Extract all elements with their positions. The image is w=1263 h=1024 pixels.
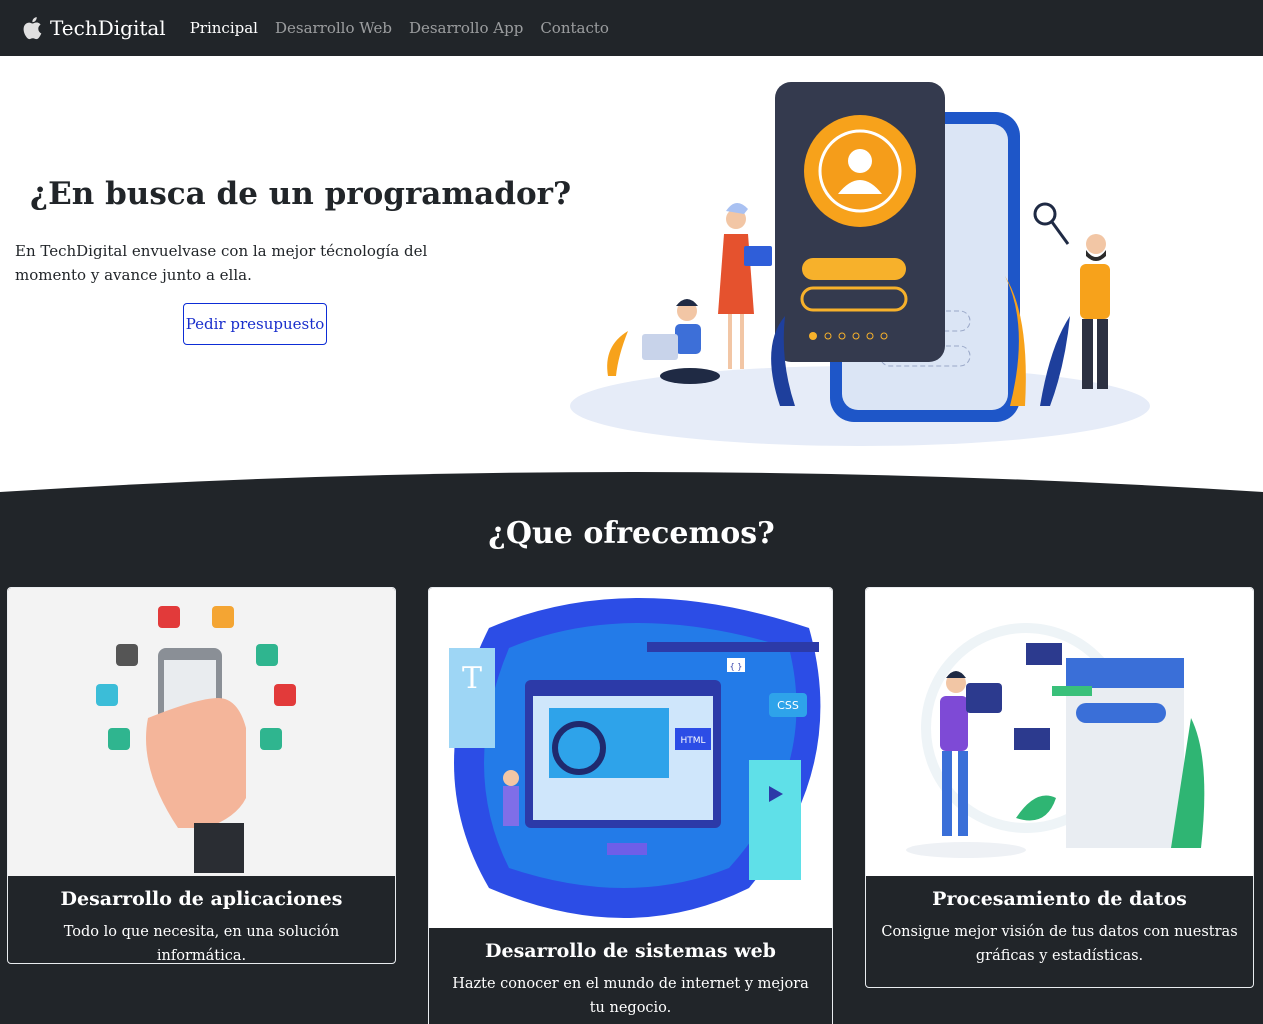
web-development-illustration: T HTML CSS { } bbox=[449, 598, 821, 918]
nav-link-principal[interactable]: Principal bbox=[190, 19, 258, 37]
service-card-data[interactable]: Procesamiento de datos Consigue mejor vi… bbox=[865, 587, 1254, 988]
brand-link[interactable]: TechDigital bbox=[22, 16, 166, 40]
card-title-web: Desarrollo de sistemas web bbox=[485, 940, 776, 962]
section-divider-wave bbox=[0, 472, 1263, 502]
card-image-web: T HTML CSS { } bbox=[429, 588, 832, 928]
html-tag-label: HTML bbox=[680, 736, 705, 746]
nav-link-desarrollo-web[interactable]: Desarrollo Web bbox=[275, 19, 392, 37]
braces-tag-label: { } bbox=[730, 662, 743, 671]
card-title-apps: Desarrollo de aplicaciones bbox=[60, 888, 343, 910]
card-text-apps: Todo lo que necesita, en una solución in… bbox=[63, 924, 340, 964]
offer-section-title: ¿Que ofrecemos? bbox=[488, 516, 775, 551]
service-card-apps[interactable]: Desarrollo de aplicaciones Todo lo que n… bbox=[7, 587, 396, 964]
card-text-web: Hazte conocer en el mundo de internet y … bbox=[452, 976, 809, 1016]
request-quote-button[interactable]: Pedir presupuesto bbox=[183, 303, 327, 345]
data-processing-illustration bbox=[906, 623, 1205, 858]
card-body-data: Procesamiento de datos Consigue mejor vi… bbox=[866, 876, 1253, 980]
hero-section: ¿En busca de un programador? En TechDigi… bbox=[0, 56, 1263, 492]
text-block-t: T bbox=[462, 661, 482, 696]
card-body-web: Desarrollo de sistemas web Hazte conocer… bbox=[429, 928, 832, 1024]
nav-link-desarrollo-app[interactable]: Desarrollo App bbox=[409, 19, 523, 37]
hero-phones-illustration bbox=[570, 82, 1150, 446]
apple-logo-icon bbox=[23, 17, 42, 40]
hero-title: ¿En busca de un programador? bbox=[30, 176, 572, 212]
hero-text: En TechDigital envuelvase con la mejor t… bbox=[15, 242, 428, 284]
card-body-apps: Desarrollo de aplicaciones Todo lo que n… bbox=[8, 876, 395, 964]
card-image-data bbox=[866, 588, 1253, 876]
card-image-apps bbox=[8, 588, 395, 876]
card-title-data: Procesamiento de datos bbox=[932, 888, 1187, 910]
card-text-data: Consigue mejor visión de tus datos con n… bbox=[881, 924, 1238, 964]
hand-smartphone-apps-illustration bbox=[96, 606, 296, 873]
service-card-web[interactable]: T HTML CSS { } Desarrollo de sistemas we… bbox=[428, 587, 833, 1024]
navbar: TechDigital Principal Desarrollo Web Des… bbox=[0, 0, 1263, 56]
brand-name: TechDigital bbox=[50, 16, 166, 40]
nav-link-contacto[interactable]: Contacto bbox=[540, 19, 609, 37]
css-tag-label: CSS bbox=[777, 699, 799, 712]
